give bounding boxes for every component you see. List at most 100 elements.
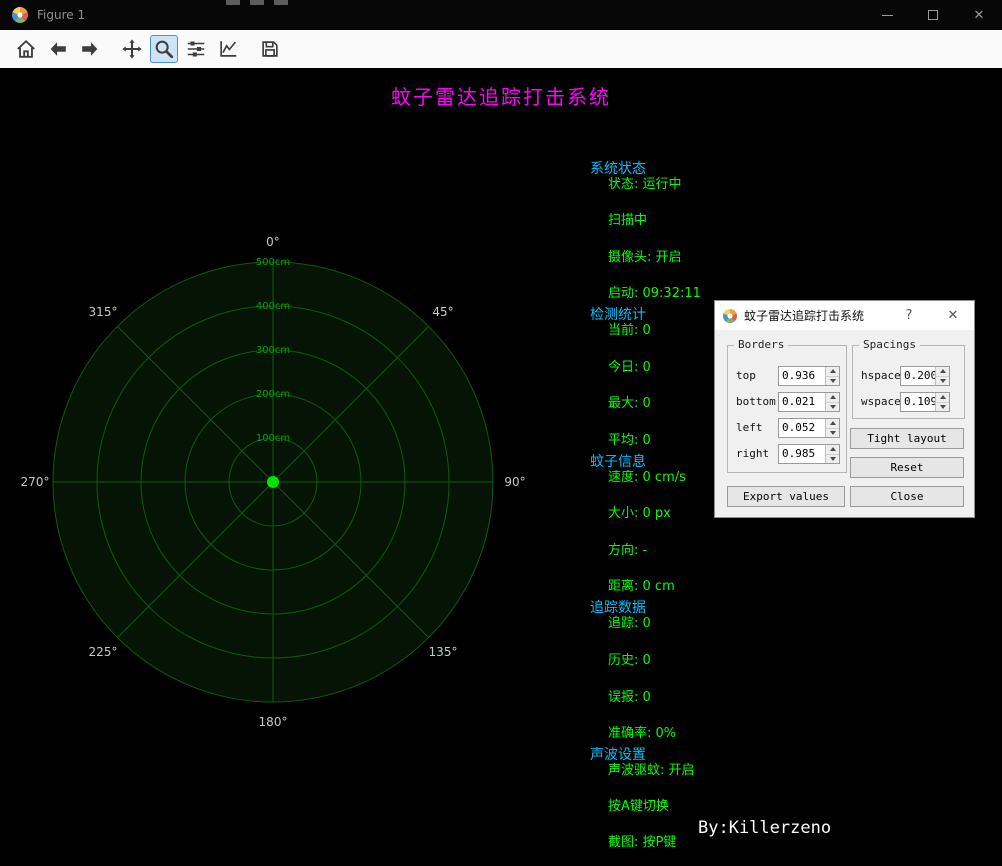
spin-up-button[interactable]: [826, 445, 839, 455]
spinbox-bottom[interactable]: 0.021: [778, 392, 840, 412]
window-titlebar[interactable]: Figure 1 ✕: [0, 0, 1002, 30]
status-line: 声波驱蚊: 开启: [608, 763, 695, 778]
angle-label: 180°: [259, 715, 288, 729]
status-line: 速度: 0 cm/s: [608, 470, 686, 485]
spin-value[interactable]: 0.109: [901, 393, 935, 411]
pan-button[interactable]: [118, 35, 146, 63]
status-line: 启动: 09:32:11: [608, 286, 701, 301]
spin-up-button[interactable]: [826, 367, 839, 377]
spin-down-button[interactable]: [826, 454, 839, 463]
figure-title: 蚊子雷达追踪打击系统: [391, 85, 611, 109]
spinbox-wspace[interactable]: 0.109: [900, 392, 950, 412]
close-button[interactable]: ✕: [956, 0, 1002, 30]
forward-button[interactable]: [76, 35, 104, 63]
home-button[interactable]: [12, 35, 40, 63]
matplotlib-icon: [12, 7, 28, 23]
spin-label: bottom: [736, 395, 776, 408]
dialog-help-button[interactable]: ?: [896, 301, 922, 330]
range-label: 200cm: [256, 389, 290, 400]
status-line: 误报: 0: [608, 690, 651, 705]
spin-value[interactable]: 0.021: [779, 393, 825, 411]
spinbox-left[interactable]: 0.052: [778, 418, 840, 438]
close-icon: ✕: [973, 7, 985, 23]
angle-label: 270°: [21, 475, 50, 489]
save-button[interactable]: [256, 35, 284, 63]
spin-label: wspace: [861, 395, 901, 408]
window-title: Figure 1: [37, 8, 86, 22]
spin-down-button[interactable]: [936, 402, 949, 411]
angle-label: 0°: [266, 235, 280, 249]
status-line: 截图: 按P键: [608, 835, 677, 850]
spin-value[interactable]: 0.985: [779, 445, 825, 463]
angle-label: 315°: [89, 305, 118, 319]
spin-value[interactable]: 0.936: [779, 367, 825, 385]
spin-up-button[interactable]: [936, 393, 949, 403]
status-line: 距离: 0 cm: [608, 579, 675, 594]
dialog-titlebar[interactable]: 蚊子雷达追踪打击系统 ? ✕: [715, 301, 974, 330]
reset-button[interactable]: Reset: [850, 457, 964, 478]
spin-label: right: [736, 447, 770, 460]
spin-up-button[interactable]: [826, 393, 839, 403]
status-line: 扫描中: [608, 213, 648, 228]
spacings-group: Spacings hspace 0.200 wspace 0.109: [852, 338, 965, 419]
spin-label: hspace: [861, 369, 901, 382]
status-line: 平均: 0: [608, 433, 651, 448]
group-label: Borders: [734, 338, 789, 351]
spin-up-button[interactable]: [826, 419, 839, 429]
fragment-icon: [250, 0, 264, 5]
minimize-button[interactable]: [864, 0, 910, 30]
home-icon: [17, 39, 35, 58]
spinbox-hspace[interactable]: 0.200: [900, 366, 950, 386]
spin-down-button[interactable]: [826, 376, 839, 385]
export-values-button[interactable]: Export values: [727, 486, 845, 507]
spin-down-button[interactable]: [826, 402, 839, 411]
spin-arrows: [825, 367, 839, 385]
range-label: 400cm: [256, 301, 290, 312]
tight-layout-button[interactable]: Tight layout: [850, 428, 964, 449]
spinbox-right[interactable]: 0.985: [778, 444, 840, 464]
status-line: 今日: 0: [608, 360, 651, 375]
spin-row: right 0.985: [728, 444, 846, 464]
zoom-button[interactable]: [150, 35, 178, 63]
spin-up-button[interactable]: [936, 367, 949, 377]
fragment-icon: [274, 0, 288, 5]
spin-row: hspace 0.200: [853, 366, 964, 386]
status-line: 大小: 0 px: [608, 506, 671, 521]
maximize-icon: [928, 10, 938, 20]
sliders-icon: [187, 41, 205, 57]
spin-arrows: [825, 445, 839, 463]
spin-row: bottom 0.021: [728, 392, 846, 412]
back-arrow-icon: [50, 42, 66, 56]
figure-window: Figure 1 ✕ 蚊子雷达追踪打击系统 100cm 200cm 300cm …: [0, 0, 1002, 866]
zoom-icon: [155, 40, 174, 59]
spin-value[interactable]: 0.200: [901, 367, 935, 385]
fragment-icon: [226, 0, 240, 5]
radar-center-dot: [267, 476, 279, 488]
matplotlib-icon: [723, 308, 737, 323]
dialog-close-action-button[interactable]: Close: [850, 486, 964, 507]
spin-row: top 0.936: [728, 366, 846, 386]
background-window-fragment: [226, 0, 288, 6]
spin-value[interactable]: 0.052: [779, 419, 825, 437]
configure-subplots-button[interactable]: [182, 35, 210, 63]
spin-down-button[interactable]: [936, 376, 949, 385]
edit-parameters-button[interactable]: [214, 35, 242, 63]
spin-row: left 0.052: [728, 418, 846, 438]
radar-plot: 100cm 200cm 300cm 400cm 500cm 0° 45° 90°…: [21, 235, 526, 729]
pan-icon: [122, 39, 142, 59]
window-controls: ✕: [864, 0, 1002, 30]
back-button[interactable]: [44, 35, 72, 63]
range-label: 300cm: [256, 345, 290, 356]
status-line: 状态: 运行中: [608, 177, 682, 192]
angle-label: 45°: [432, 305, 453, 319]
spin-down-button[interactable]: [826, 428, 839, 437]
maximize-button[interactable]: [910, 0, 956, 30]
spin-arrows: [825, 393, 839, 411]
status-line: 当前: 0: [608, 323, 651, 338]
status-line: 方向: -: [608, 543, 648, 558]
angle-label: 90°: [504, 475, 525, 489]
dialog-close-button[interactable]: ✕: [940, 301, 966, 330]
spin-arrows: [935, 393, 949, 411]
status-line: 按A键切换: [608, 799, 669, 814]
spinbox-top[interactable]: 0.936: [778, 366, 840, 386]
